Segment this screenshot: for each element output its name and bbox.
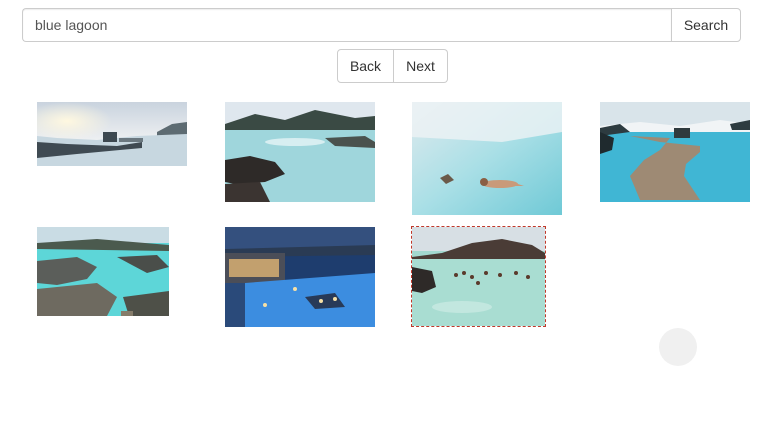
image-result-6[interactable] [225,227,375,327]
back-button[interactable]: Back [337,49,394,83]
next-button[interactable]: Next [394,49,448,83]
search-input[interactable] [22,8,671,42]
woman-floating-image [412,102,562,215]
search-bar: Search [22,8,741,42]
search-button[interactable]: Search [671,8,741,42]
pagination: Back Next [337,49,448,83]
loading-indicator [659,328,697,366]
bathers-mountain-image [412,227,545,326]
image-result-5[interactable] [37,227,169,316]
wooden-boardwalk-image [600,102,750,202]
image-result-1[interactable] [37,102,187,166]
foggy-sunset-image [37,102,187,166]
image-result-4[interactable] [600,102,750,202]
aerial-view-image [37,227,169,316]
lava-rocks-image [225,102,375,202]
image-result-2[interactable] [225,102,375,202]
image-result-7[interactable] [411,226,546,327]
image-result-3[interactable] [412,102,562,215]
night-lights-image [225,227,375,327]
